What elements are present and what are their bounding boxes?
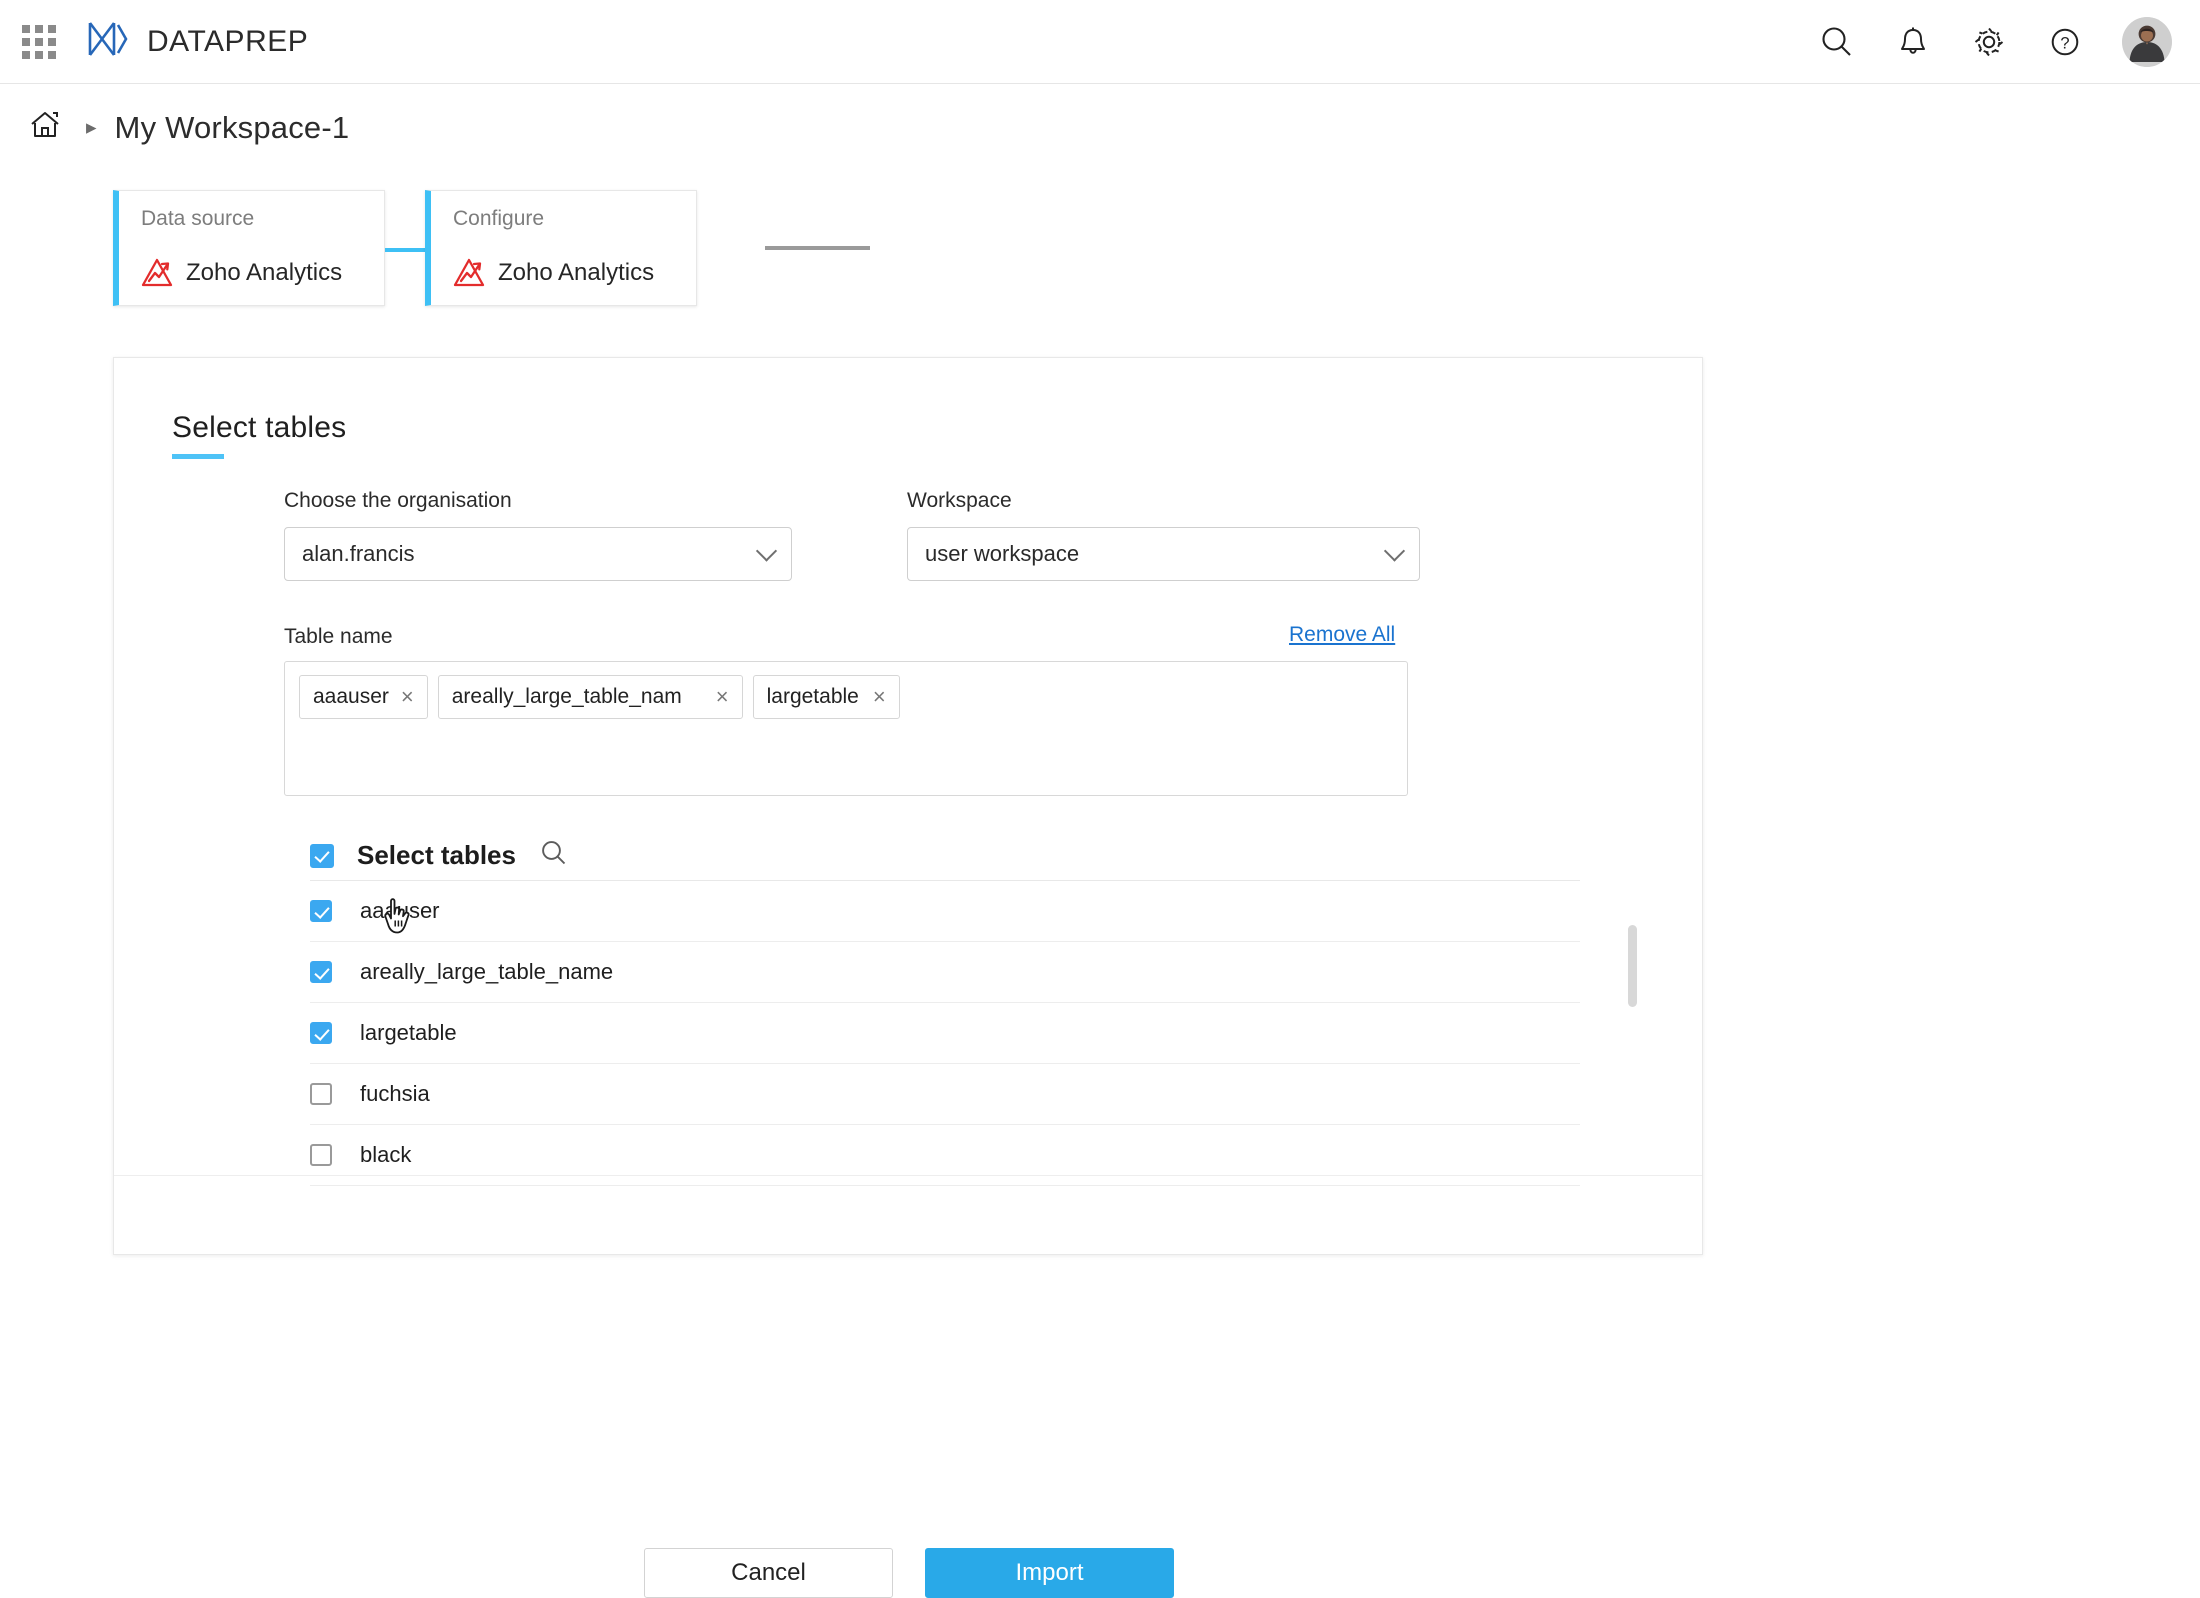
table-name-tag-input[interactable]: aaauser × areally_large_table_nam × larg… — [284, 661, 1408, 796]
step-body: Zoho Analytics — [141, 257, 342, 289]
chevron-down-icon — [1383, 540, 1406, 562]
bell-icon[interactable] — [1894, 23, 1932, 61]
list-header-label: Select tables — [357, 840, 516, 870]
zoho-analytics-icon — [453, 257, 487, 289]
footer-divider — [114, 1175, 1702, 1176]
apps-grid-icon[interactable] — [22, 24, 56, 59]
page-title: My Workspace-1 — [114, 109, 350, 145]
search-icon[interactable] — [1818, 23, 1856, 61]
remove-all-link[interactable]: Remove All — [1289, 623, 1395, 647]
close-icon[interactable]: × — [873, 686, 886, 708]
list-item-label: aaauser — [360, 898, 440, 923]
list-item[interactable]: aaauser — [310, 881, 1580, 942]
step-placeholder — [765, 246, 870, 250]
list-item[interactable]: largetable — [310, 1003, 1580, 1064]
table-tag-label: aaauser — [313, 685, 389, 708]
list-item-label: areally_large_table_name — [360, 959, 614, 984]
organisation-select[interactable]: alan.francis — [284, 527, 792, 581]
top-bar: DATAPREP ? — [0, 0, 2200, 84]
list-scrollbar[interactable] — [1628, 925, 1637, 1007]
list-item-label: fuchsia — [360, 1081, 430, 1106]
step-value: Zoho Analytics — [498, 259, 655, 286]
close-icon[interactable]: × — [401, 686, 414, 708]
list-item[interactable]: fuchsia — [310, 1064, 1580, 1125]
organisation-value: alan.francis — [302, 541, 415, 566]
home-icon[interactable] — [26, 106, 64, 149]
table-tag[interactable]: largetable × — [752, 675, 900, 719]
organisation-field: Choose the organisation alan.francis — [284, 489, 792, 581]
table-tag-label: largetable — [766, 685, 859, 708]
step-body: Zoho Analytics — [453, 257, 654, 289]
list-item[interactable]: areally_large_table_name — [310, 942, 1580, 1003]
list-item-checkbox[interactable] — [310, 1144, 332, 1166]
table-tag[interactable]: areally_large_table_nam × — [437, 675, 743, 719]
table-tag-label: areally_large_table_nam — [451, 685, 682, 708]
zoho-analytics-icon — [141, 257, 175, 289]
select-all-checkbox[interactable] — [310, 843, 334, 868]
table-name-label: Table name — [284, 625, 393, 648]
list-item-checkbox[interactable] — [310, 900, 332, 922]
avatar[interactable] — [2122, 16, 2172, 67]
table-list: aaauser areally_large_table_name largeta… — [310, 881, 1580, 1186]
workspace-field: Workspace user workspace — [907, 489, 1420, 581]
card-actions: Cancel Import — [114, 1548, 1704, 1598]
import-button[interactable]: Import — [925, 1548, 1174, 1598]
list-item-checkbox[interactable] — [310, 1083, 332, 1105]
help-icon[interactable]: ? — [2046, 23, 2084, 61]
cancel-button[interactable]: Cancel — [644, 1548, 893, 1598]
card-title: Select tables — [172, 411, 347, 444]
chevron-down-icon — [755, 540, 778, 562]
gear-icon[interactable] — [1970, 23, 2008, 61]
step-value: Zoho Analytics — [186, 259, 343, 286]
table-tag[interactable]: aaauser × — [299, 675, 428, 719]
step-connector — [385, 248, 425, 252]
brand[interactable]: DATAPREP — [86, 19, 308, 64]
breadcrumb-separator: ▸ — [86, 116, 97, 139]
list-item-label: largetable — [360, 1020, 457, 1045]
close-icon[interactable]: × — [716, 686, 729, 708]
list-header: Select tables — [310, 838, 569, 873]
workspace-select[interactable]: user workspace — [907, 527, 1420, 581]
list-item-checkbox[interactable] — [310, 1022, 332, 1044]
list-item-checkbox[interactable] — [310, 961, 332, 983]
topbar-actions: ? — [1818, 16, 2172, 67]
organisation-label: Choose the organisation — [284, 489, 512, 512]
select-tables-card: Select tables Choose the organisation al… — [113, 357, 1703, 1598]
step-card-configure[interactable]: Configure Zoho Analytics — [425, 190, 697, 306]
svg-text:?: ? — [2060, 34, 2069, 52]
workspace-label: Workspace — [907, 489, 1012, 512]
breadcrumb: ▸ My Workspace-1 — [26, 106, 349, 149]
app-name: DATAPREP — [147, 24, 309, 58]
workspace-value: user workspace — [925, 541, 1080, 566]
search-icon[interactable] — [539, 838, 569, 873]
list-item[interactable]: black — [310, 1125, 1580, 1186]
list-item-label: black — [360, 1142, 412, 1167]
step-label: Configure — [453, 207, 545, 230]
card-title-underline — [172, 454, 224, 459]
step-card-data-source[interactable]: Data source Zoho Analytics — [113, 190, 385, 306]
dataprep-logo-icon — [86, 19, 130, 64]
card-title-wrap: Select tables — [172, 411, 346, 459]
step-label: Data source — [141, 207, 255, 230]
